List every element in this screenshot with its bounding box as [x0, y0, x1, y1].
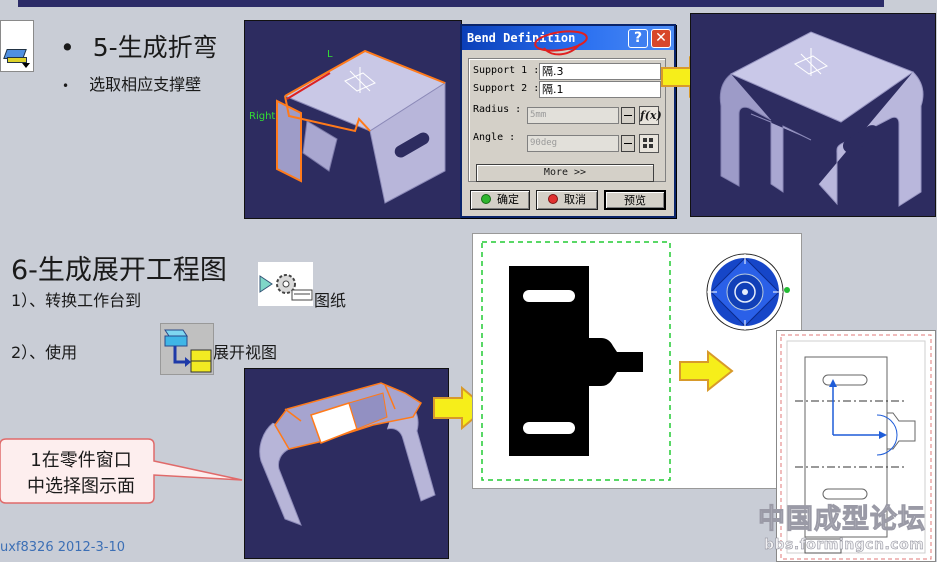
catia-viewport-select-face[interactable] — [244, 368, 449, 559]
step6-line1-end: 图纸 — [314, 291, 347, 310]
part-face-selection-3d — [259, 382, 436, 526]
angle-label: Angle : — [473, 132, 516, 143]
step6-title: 6-生成展开工程图 — [11, 255, 227, 286]
drawing-sheet-panel[interactable] — [472, 233, 802, 489]
help-icon: ? — [633, 30, 643, 46]
red-annotation-ellipse — [534, 30, 588, 56]
catia-viewport-bent-part[interactable] — [690, 13, 936, 217]
radius-label: Radius : — [473, 104, 522, 115]
support1-field[interactable]: 隔.3 — [539, 63, 661, 80]
cancel-label: 取消 — [564, 193, 586, 206]
workbench-switch-icon[interactable] — [258, 262, 313, 306]
step6-line2-end: 展开视图 — [213, 343, 278, 362]
cancel-button[interactable]: 取消 — [536, 190, 598, 210]
angle-spinner[interactable] — [621, 135, 635, 152]
support2-field[interactable]: 隔.1 — [539, 81, 661, 98]
compass-icon — [706, 253, 790, 331]
more-button[interactable]: More >> — [476, 164, 654, 182]
sheetmetal-icon — [0, 20, 34, 72]
help-button[interactable]: ? — [628, 29, 648, 48]
calculator-icon[interactable] — [639, 134, 659, 153]
step5-heading: • 5-生成折弯 — [60, 33, 218, 62]
watermark-url: bbs.formingcn.com — [764, 537, 925, 554]
watermark-title: 中国成型论坛 — [758, 504, 926, 536]
step5-bullet-text: 选取相应支撑壁 — [89, 75, 202, 94]
label-right: Right — [249, 111, 275, 122]
close-icon: ✕ — [655, 30, 667, 46]
part-model-3d: L Right — [249, 49, 447, 204]
catia-viewport-part[interactable]: L Right — [244, 20, 462, 219]
step6-line1-start: 1）、转换工作台到 — [11, 291, 142, 310]
callout-text: 1在零件窗口 中选择图示面 — [6, 448, 156, 500]
ok-button[interactable]: 确定 — [470, 190, 530, 210]
step6-line2-start: 2）、使用 — [11, 343, 78, 362]
callout-line2: 中选择图示面 — [27, 476, 135, 497]
radius-field[interactable]: 5mm — [527, 107, 619, 124]
support2-label: Support 2 : — [473, 83, 540, 94]
angle-field[interactable]: 90deg — [527, 135, 619, 152]
bend-definition-dialog: Bend Definition ? ✕ Support 1 : 隔.3 Supp… — [460, 24, 676, 218]
callout-line1: 1在零件窗口 — [30, 450, 132, 471]
flat-pattern-drawing — [481, 241, 790, 481]
radius-spinner[interactable] — [621, 107, 635, 124]
step5-bullet: • 选取相应支撑壁 — [62, 75, 202, 94]
slide-top-bar — [18, 0, 884, 7]
label-left: L — [327, 49, 333, 60]
preview-button[interactable]: 预览 — [604, 190, 666, 210]
author-date: uxf8326 2012-3-10 — [0, 540, 126, 555]
arrow-right-icon — [679, 350, 734, 392]
ok-label: 确定 — [497, 193, 519, 206]
support1-label: Support 1 : — [473, 65, 540, 76]
unfolded-view-icon[interactable] — [160, 323, 214, 375]
close-button[interactable]: ✕ — [651, 29, 671, 48]
step5-title: 5-生成折弯 — [92, 33, 218, 62]
bent-part-model-3d — [719, 31, 924, 207]
fx-icon[interactable]: f(x) — [639, 106, 662, 125]
